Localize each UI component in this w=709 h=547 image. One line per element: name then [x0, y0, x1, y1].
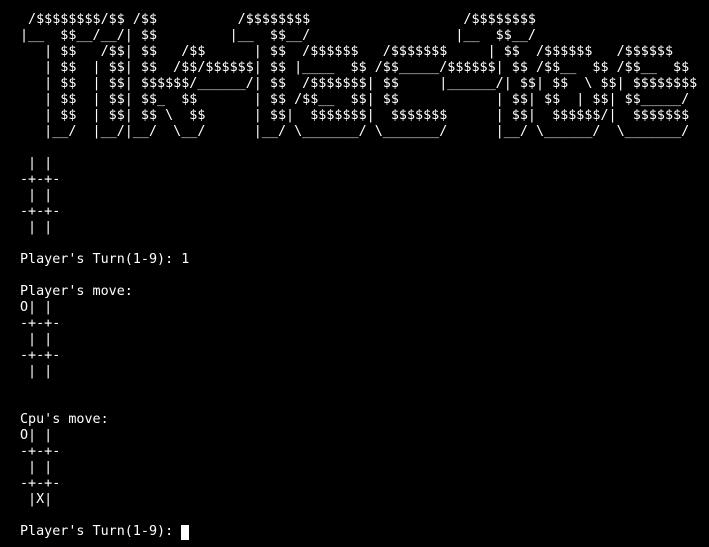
board-separator: -+-+-	[20, 204, 61, 219]
ascii-banner: /$$$$$$$$/$$ /$$ /$$$$$$$$ /$$$$$$$$ |__…	[20, 12, 697, 140]
board-row: | |	[20, 460, 53, 475]
active-prompt-text: Player's Turn(1-9):	[20, 524, 182, 539]
board-row: | |	[20, 364, 53, 379]
board-separator: -+-+-	[20, 348, 61, 363]
turn-prompt-history: Player's Turn(1-9): 1	[20, 252, 697, 268]
board-row: O| |	[20, 300, 53, 315]
banner-line: | $$ | $$| $$_ $$ | $$ /$$__ $$| $$ | $$…	[20, 92, 690, 107]
text-cursor[interactable]	[181, 524, 190, 540]
turn-prompt-text: Player's Turn(1-9): 1	[20, 252, 190, 267]
banner-line: | $$ /$$| $$ /$$ | $$ /$$$$$$ /$$$$$$$ |…	[20, 44, 674, 59]
banner-line: |__/ |__/|__/ \__/ |__/ \_______/ \_____…	[20, 124, 690, 139]
board-separator: -+-+-	[20, 444, 61, 459]
board-row: | |	[20, 220, 53, 235]
board-row: O| |	[20, 428, 53, 443]
board-row: | |	[20, 188, 53, 203]
player-move-section: Player's move: O| | -+-+- | | -+-+- | |	[20, 284, 697, 380]
terminal-output[interactable]: /$$$$$$$$/$$ /$$ /$$$$$$$$ /$$$$$$$$ |__…	[20, 12, 697, 540]
initial-board: | | -+-+- | | -+-+- | |	[20, 156, 697, 236]
board-separator: -+-+-	[20, 172, 61, 187]
player-move-label: Player's move:	[20, 284, 133, 299]
cpu-move-section: Cpu's move: O| | -+-+- | | -+-+- |X|	[20, 412, 697, 508]
banner-line: | $$ | $$| $$$$$$/______/| $$ /$$$$$$$| …	[20, 76, 698, 91]
cpu-move-label: Cpu's move:	[20, 412, 109, 427]
banner-line: /$$$$$$$$/$$ /$$ /$$$$$$$$ /$$$$$$$$	[20, 12, 536, 27]
banner-line: | $$ | $$| $$ \ $$ | $$| $$$$$$$| $$$$$$…	[20, 108, 690, 123]
active-prompt[interactable]: Player's Turn(1-9):	[20, 524, 697, 540]
board-row: | |	[20, 332, 53, 347]
banner-line: | $$ | $$| $$ /$$/$$$$$$| $$ |____ $$ /$…	[20, 60, 690, 75]
banner-line: |__ $$__/__/| $$ |__ $$__/ |__ $$__/	[20, 28, 536, 43]
board-separator: -+-+-	[20, 476, 61, 491]
board-row: |X|	[20, 492, 53, 507]
board-row: | |	[20, 156, 53, 171]
board-separator: -+-+-	[20, 316, 61, 331]
